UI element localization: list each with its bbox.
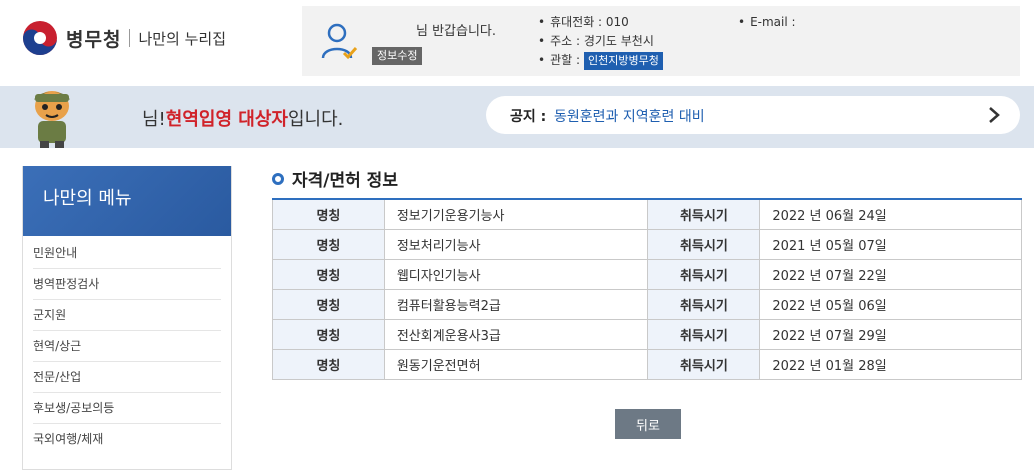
- table-row: 명칭 정보기기운용기능사 취득시기 2022 년 06월 24일: [272, 198, 1022, 230]
- license-date: 2022 년 01월 28일: [759, 348, 1022, 380]
- sidebar-item-overseas[interactable]: 국외여행/체재: [33, 424, 221, 455]
- name-header: 명칭: [272, 288, 385, 320]
- license-name: 웹디자인기능사: [383, 258, 649, 290]
- logo-name: 병무청: [66, 28, 122, 51]
- sidebar-item-civil-guide[interactable]: 민원안내: [33, 238, 221, 269]
- license-date: 2021 년 05월 07일: [759, 228, 1022, 260]
- date-header: 취득시기: [647, 258, 761, 290]
- user-check-icon: [321, 23, 358, 60]
- chevron-right-icon[interactable]: [986, 105, 1002, 125]
- sidebar-item-military-apply[interactable]: 군지원: [33, 300, 221, 331]
- table-row: 명칭 정보처리기능사 취득시기 2021 년 05월 07일: [272, 228, 1022, 260]
- table-row: 명칭 웹디자인기능사 취득시기 2022 년 07월 22일: [272, 258, 1022, 290]
- license-name: 원동기운전면허: [383, 348, 649, 380]
- table-row: 명칭 컴퓨터활용능력2급 취득시기 2022 년 05월 06일: [272, 288, 1022, 320]
- draft-status-text: 님!현역입영 대상자입니다.: [142, 105, 343, 131]
- jurisdiction-label: 관할 :: [550, 53, 581, 67]
- status-prefix: 님!: [142, 109, 166, 130]
- license-date: 2022 년 07월 29일: [759, 318, 1022, 350]
- table-row: 명칭 원동기운전면허 취득시기 2022 년 01월 28일: [272, 348, 1022, 380]
- header: 병무청 나만의 누리집 님 반갑습니다. 정보수정 휴대전화 : 010 주소 …: [0, 0, 1034, 86]
- license-date: 2022 년 06월 24일: [759, 198, 1022, 230]
- logo-divider: [129, 29, 131, 47]
- mma-emblem-icon: [23, 21, 57, 55]
- edit-profile-button[interactable]: 정보수정: [372, 47, 423, 65]
- date-header: 취득시기: [647, 348, 761, 380]
- greeting-text: 님 반갑습니다.: [416, 24, 497, 39]
- name-header: 명칭: [272, 318, 385, 350]
- name-header: 명칭: [272, 198, 385, 230]
- date-header: 취득시기: [647, 318, 761, 350]
- logo-subtitle: 나만의 누리집: [138, 29, 227, 48]
- email-info: E-mail :: [738, 13, 795, 32]
- sidebar-item-industrial[interactable]: 전문/산업: [33, 362, 221, 393]
- status-highlight: 현역입영 대상자: [165, 109, 288, 130]
- name-header: 명칭: [272, 348, 385, 380]
- license-table: 명칭 정보기기운용기능사 취득시기 2022 년 06월 24일 명칭 정보처리…: [272, 198, 1022, 380]
- date-header: 취득시기: [647, 288, 761, 320]
- address-info: 주소 : 경기도 부천시: [538, 32, 663, 51]
- status-banner: 님!현역입영 대상자입니다. 공지 : 동원훈련과 지역훈련 대비: [0, 86, 1034, 148]
- back-button[interactable]: 뒤로: [615, 409, 681, 439]
- notice-label: 공지 :: [510, 109, 547, 125]
- sidebar-item-exam[interactable]: 병역판정검사: [33, 269, 221, 300]
- sidebar-menu: 민원안내 병역판정검사 군지원 현역/상근 전문/산업 후보생/공보의등 국외여…: [23, 238, 231, 455]
- license-date: 2022 년 05월 06일: [759, 288, 1022, 320]
- license-name: 정보기기운용기능사: [383, 198, 649, 230]
- notice-link[interactable]: 동원훈련과 지역훈련 대비: [554, 106, 705, 126]
- date-header: 취득시기: [647, 198, 761, 230]
- license-date: 2022 년 07월 22일: [759, 258, 1022, 290]
- license-name: 정보처리기능사: [383, 228, 649, 260]
- page-title-text: 자격/면허 정보: [292, 171, 398, 191]
- name-header: 명칭: [272, 258, 385, 290]
- page-title: 자격/면허 정보: [272, 166, 398, 191]
- sidebar-title: 나만의 메뉴: [23, 166, 231, 236]
- jurisdiction-info: 관할 : 인천지방병무청: [538, 51, 663, 70]
- license-name: 컴퓨터활용능력2급: [383, 288, 649, 320]
- jurisdiction-badge[interactable]: 인천지방병무청: [584, 51, 663, 70]
- user-info-list: 휴대전화 : 010 주소 : 경기도 부천시 관할 : 인천지방병무청: [538, 13, 663, 70]
- table-row: 명칭 전산회계운용사3급 취득시기 2022 년 07월 29일: [272, 318, 1022, 350]
- sidebar: 나만의 메뉴 민원안내 병역판정검사 군지원 현역/상근 전문/산업 후보생/공…: [22, 166, 232, 470]
- date-header: 취득시기: [647, 228, 761, 260]
- logo[interactable]: 병무청 나만의 누리집: [22, 20, 226, 56]
- license-name: 전산회계운용사3급: [383, 318, 649, 350]
- sidebar-item-candidate[interactable]: 후보생/공보의등: [33, 393, 221, 424]
- name-header: 명칭: [272, 228, 385, 260]
- phone-info: 휴대전화 : 010: [538, 13, 663, 32]
- title-bullet-icon: [272, 172, 284, 185]
- notice-bar[interactable]: 공지 : 동원훈련과 지역훈련 대비: [486, 96, 1020, 134]
- status-suffix: 입니다.: [287, 109, 344, 130]
- sidebar-item-active-duty[interactable]: 현역/상근: [33, 331, 221, 362]
- user-info-box: 님 반갑습니다. 정보수정 휴대전화 : 010 주소 : 경기도 부천시 관할…: [302, 6, 1020, 76]
- soldier-mascot-icon: [34, 91, 70, 148]
